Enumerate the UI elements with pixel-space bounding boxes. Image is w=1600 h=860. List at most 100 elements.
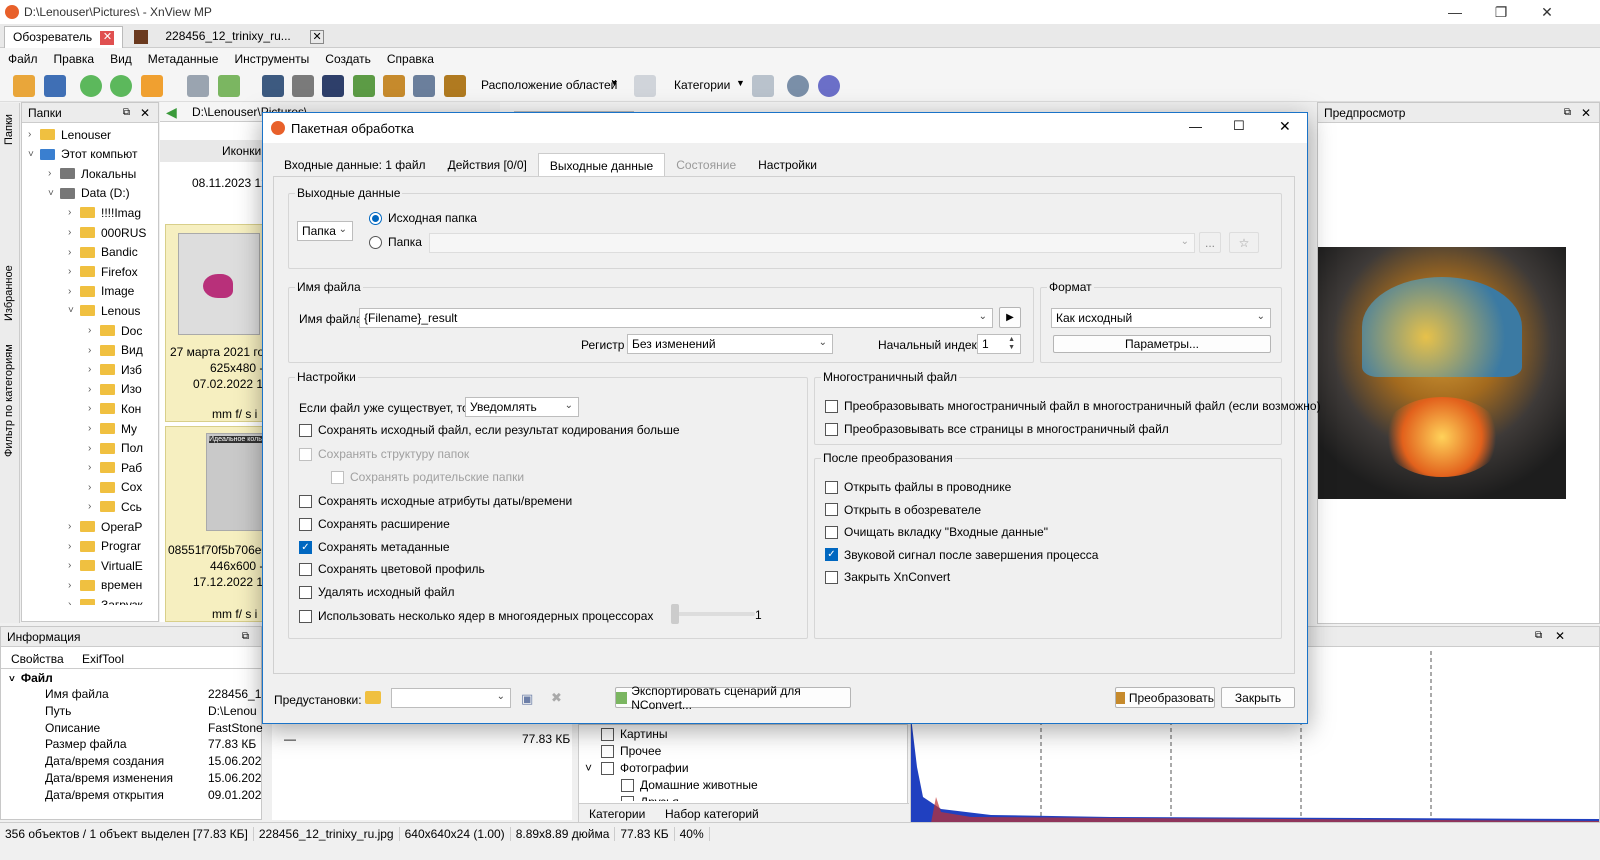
folder-tree-item[interactable]: › !!!!Imag (22, 203, 141, 222)
checkbox[interactable] (331, 470, 344, 484)
option-checkbox[interactable]: Сохранять расширение (299, 517, 450, 531)
view-mode-icon[interactable] (634, 75, 656, 97)
binoculars-icon[interactable] (262, 75, 284, 97)
folder-tree-item[interactable]: › Изб (22, 360, 142, 379)
tab-categories[interactable]: Категории (589, 807, 645, 821)
dialog-maximize-button[interactable]: ☐ (1233, 118, 1245, 134)
if-exists-select[interactable]: Уведомлять ⌄ (465, 397, 579, 417)
delete-icon[interactable]: ✖ (551, 690, 562, 706)
chevron-down-icon[interactable]: ˅ (585, 761, 592, 775)
chevron-right-icon[interactable]: › (68, 541, 80, 552)
side-tab-favorites[interactable]: Избранное (3, 265, 15, 321)
tab-image[interactable]: 228456_12_trinixy_ru... ✕ (126, 26, 332, 48)
dialog-close-button[interactable]: ✕ (1279, 118, 1291, 135)
folder-tree-item[interactable]: › Раб (22, 458, 142, 477)
folder-tree-item[interactable]: › Lenouser (22, 125, 111, 144)
chevron-right-icon[interactable]: › (88, 423, 100, 434)
side-tab-folders[interactable]: Папки (3, 114, 15, 145)
checkbox[interactable] (825, 480, 838, 494)
folder-tree-item[interactable]: › Ссь (22, 497, 142, 516)
folder-tree-item[interactable]: › Firefox (22, 262, 138, 281)
chevron-right-icon[interactable]: › (88, 403, 100, 414)
folder-tree-item[interactable]: ˅ Этот компьют (22, 145, 138, 164)
option-checkbox[interactable]: Сохранять исходный файл, если результат … (299, 423, 680, 437)
checkbox[interactable] (825, 399, 838, 413)
menu-tools[interactable]: Инструменты (234, 52, 309, 66)
chevron-right-icon[interactable]: › (68, 266, 80, 277)
column-header[interactable]: Иконки (160, 140, 270, 162)
close-icon[interactable]: ✕ (140, 106, 150, 120)
option-checkbox[interactable]: Сохранять исходные атрибуты даты/времени (299, 494, 572, 508)
folder-tree-item[interactable]: › Image (22, 282, 134, 301)
tab-actions[interactable]: Действия [0/0] (437, 153, 538, 177)
menu-metadata[interactable]: Метаданные (148, 52, 219, 66)
chevron-right-icon[interactable]: › (88, 482, 100, 493)
chevron-right-icon[interactable]: › (68, 286, 80, 297)
format-select[interactable]: Как исходный ⌄ (1051, 308, 1271, 328)
chevron-right-icon[interactable]: › (88, 384, 100, 395)
checkbox[interactable] (601, 727, 614, 741)
tab-input[interactable]: Входные данные: 1 файл (273, 153, 437, 177)
fullscreen-icon[interactable] (44, 75, 66, 97)
categories-dropdown[interactable]: Категории (674, 78, 730, 92)
format-params-button[interactable]: Параметры... (1053, 335, 1271, 353)
folder-tree-item[interactable]: › My (22, 419, 137, 438)
checkbox[interactable] (825, 525, 838, 539)
chevron-right-icon[interactable]: › (88, 345, 100, 356)
folder-radio[interactable]: Папка (369, 235, 422, 249)
export-nconvert-button[interactable]: Экспортировать сценарий для NConvert... (615, 684, 851, 712)
float-icon[interactable]: ⧉ (123, 107, 130, 118)
source-folder-radio[interactable]: Исходная папка (369, 211, 477, 225)
cores-slider[interactable] (671, 604, 755, 624)
chevron-right-icon[interactable]: › (88, 325, 100, 336)
chevron-right-icon[interactable]: › (88, 501, 100, 512)
close-icon[interactable]: ✕ (1581, 106, 1591, 120)
chevron-right-icon[interactable]: › (88, 364, 100, 375)
presets-select[interactable]: ⌄ (391, 688, 511, 708)
side-tab-category-filter[interactable]: Фильтр по категориям (3, 344, 15, 457)
info-icon[interactable] (187, 75, 209, 97)
float-icon[interactable]: ⧉ (1564, 107, 1571, 118)
checkbox[interactable] (299, 609, 312, 623)
move-icon[interactable] (141, 75, 163, 97)
folder-tree-item[interactable]: ˅ Data (D:) (22, 184, 130, 203)
tab-category-sets[interactable]: Набор категорий (665, 807, 759, 821)
chevron-down-icon[interactable]: ▼ (736, 78, 745, 88)
folder-tree-item[interactable]: › Кон (22, 399, 141, 418)
option-checkbox[interactable]: Очищать вкладку "Входные данные" (825, 525, 1048, 539)
folder-tree-item[interactable]: › времен (22, 576, 142, 595)
folder-tree-item[interactable]: › Bandic (22, 243, 138, 262)
checkbox[interactable] (299, 562, 312, 576)
option-checkbox[interactable]: Сохранять структуру папок (299, 447, 469, 461)
folder-tree-item[interactable]: › Пол (22, 439, 143, 458)
checkbox[interactable] (299, 494, 312, 508)
folder-tree-item[interactable]: ˅ Lenous (22, 301, 140, 320)
option-checkbox[interactable]: Преобразовывать многостраничный файл в м… (825, 399, 1321, 413)
chevron-right-icon[interactable]: › (88, 462, 100, 473)
chevron-down-icon[interactable]: ˅ (28, 149, 40, 160)
folder-tree-item[interactable]: › Вид (22, 341, 143, 360)
menu-help[interactable]: Справка (387, 52, 434, 66)
help-icon[interactable] (818, 75, 840, 97)
checkbox[interactable] (825, 570, 838, 584)
convert-icon[interactable] (218, 75, 240, 97)
tab-status[interactable]: Состояние (665, 153, 747, 177)
refresh-icon[interactable] (80, 75, 102, 97)
option-checkbox[interactable]: ✓ Сохранять метаданные (299, 540, 450, 554)
folder-tree-item[interactable]: › Загрузк (22, 595, 143, 605)
close-tab-icon[interactable]: ✕ (310, 29, 325, 44)
category-item[interactable]: Домашние животные (621, 778, 758, 792)
convert-button[interactable]: Преобразовать (1115, 687, 1215, 708)
category-item[interactable]: Картины (601, 727, 668, 741)
folder-tree-item[interactable]: › Изо (22, 380, 142, 399)
chevron-down-icon[interactable]: ˅ (68, 305, 80, 316)
case-select[interactable]: Без изменений ⌄ (627, 334, 833, 354)
start-index-spinner[interactable]: 1 ▲ ▼ (977, 334, 1021, 354)
checkbox[interactable] (621, 778, 634, 792)
tab-browser[interactable]: Обозреватель ✕ (4, 26, 124, 48)
float-icon[interactable]: ⧉ (242, 631, 249, 642)
thumbnail-card[interactable]: Идеальное коль 08551f70f5b706e0 446x600 … (165, 426, 270, 622)
option-checkbox[interactable]: Использовать несколько ядер в многоядерн… (299, 609, 653, 623)
minimize-button[interactable]: — (1432, 0, 1478, 24)
chevron-right-icon[interactable]: › (68, 599, 80, 605)
